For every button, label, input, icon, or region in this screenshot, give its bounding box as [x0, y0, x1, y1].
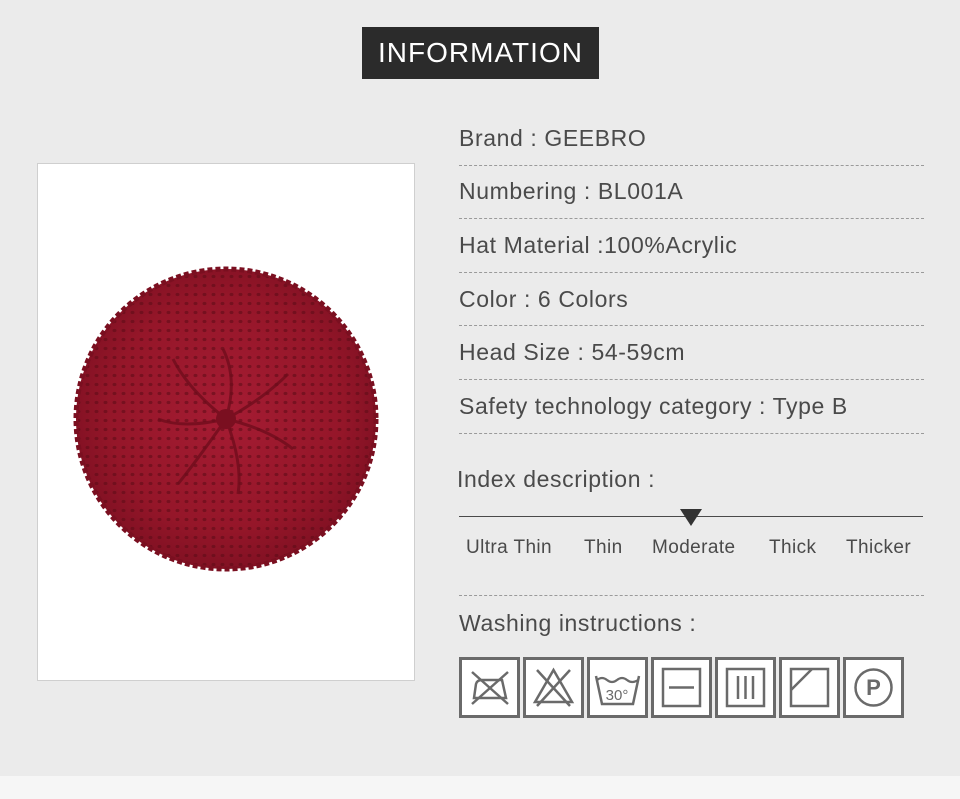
- bottom-strip: [0, 776, 960, 799]
- svg-text:30°: 30°: [606, 687, 629, 704]
- index-description-title: Index description :: [457, 466, 656, 492]
- index-label-thin: Thin: [584, 537, 623, 558]
- product-photo: [37, 163, 415, 681]
- washing-instructions-title: Washing instructions :: [459, 610, 697, 636]
- do-not-bleach-icon: [523, 657, 584, 718]
- dry-in-shade-icon: [779, 657, 840, 718]
- do-not-iron-icon: [459, 657, 520, 718]
- divider: [459, 595, 924, 596]
- info-brand: Brand : GEEBRO: [459, 112, 924, 166]
- beret-image: [73, 266, 379, 572]
- index-label-ultra-thin: Ultra Thin: [466, 537, 553, 558]
- index-label-thick: Thick: [769, 537, 817, 558]
- index-marker-icon: [680, 509, 702, 526]
- product-info-list: Brand : GEEBRO Numbering : BL001A Hat Ma…: [459, 112, 924, 434]
- dry-flat-icon: [651, 657, 712, 718]
- drip-dry-icon: [715, 657, 776, 718]
- index-label-thicker: Thicker: [846, 537, 912, 558]
- wash-30-icon: 30°: [587, 657, 648, 718]
- washing-icons: 30° P: [459, 657, 904, 721]
- info-material: Hat Material :100%Acrylic: [459, 219, 924, 273]
- info-safety-category: Safety technology category : Type B: [459, 380, 924, 434]
- index-scale-labels: Ultra Thin Thin Moderate Thick Thicker: [459, 537, 923, 561]
- index-label-moderate: Moderate: [652, 537, 736, 558]
- svg-text:P: P: [866, 675, 881, 700]
- professional-dry-clean-icon: P: [843, 657, 904, 718]
- page-title: INFORMATION: [362, 27, 599, 79]
- info-numbering: Numbering : BL001A: [459, 166, 924, 220]
- info-color: Color : 6 Colors: [459, 273, 924, 327]
- info-head-size: Head Size : 54-59cm: [459, 326, 924, 380]
